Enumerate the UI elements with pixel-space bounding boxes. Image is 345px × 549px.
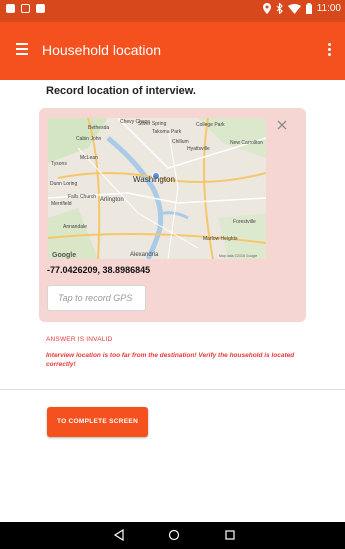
map-image: Bethesda Silver Spring Takoma Park Colle… <box>48 118 266 259</box>
complete-screen-button[interactable]: TO COMPLETE SCREEN <box>47 407 148 437</box>
notification-icons <box>6 4 45 13</box>
map-place-label: Bethesda <box>88 125 109 131</box>
map-place-label: Alexandria <box>130 252 159 258</box>
map-place-label: New Carrollton <box>230 140 263 146</box>
map-place-label: Dunn Loring <box>50 181 77 187</box>
status-bar: 11:00 <box>0 0 345 22</box>
validation-message: Interview location is too far from the d… <box>46 352 295 368</box>
coordinates-text: -77.0426209, 38.8986845 <box>47 265 151 275</box>
divider <box>0 389 345 390</box>
validation-title: ANSWER IS INVALID <box>46 336 113 343</box>
gps-question-card: Bethesda Silver Spring Takoma Park Colle… <box>39 108 306 322</box>
map-place-label: Washington <box>133 175 175 184</box>
battery-icon <box>305 3 312 14</box>
map-place-label: McLean <box>80 155 98 161</box>
location-icon <box>262 3 271 14</box>
map-place-label: Falls Church <box>68 194 96 200</box>
map-attribution: Map data ©2018 Google <box>219 254 257 258</box>
close-icon[interactable] <box>275 118 289 132</box>
map-place-label: Merrifield <box>51 201 72 207</box>
more-options-icon[interactable] <box>326 42 332 58</box>
map-place-label: Arlington <box>100 197 124 203</box>
map-place-label: Annandale <box>63 224 87 230</box>
app-notification-icon <box>36 4 45 13</box>
map-place-label: Marlow Heights <box>203 236 238 242</box>
wifi-icon <box>287 3 301 14</box>
map-place-label: Takoma Park <box>152 129 182 135</box>
record-gps-button[interactable]: Tap to record GPS <box>47 285 146 311</box>
map-place-label: Hyattsville <box>187 146 210 152</box>
map-place-label: Chillum <box>172 139 189 145</box>
map-place-label: Tysons <box>51 161 67 167</box>
image-notification-icon <box>21 4 30 13</box>
app-title: Household location <box>42 42 162 58</box>
app-bar: Household location <box>0 22 345 80</box>
map-place-label: College Park <box>196 122 225 128</box>
map-place-label: Chevy Chase <box>120 119 150 125</box>
google-logo: Google <box>52 252 76 259</box>
back-icon[interactable] <box>112 528 126 542</box>
clock: 11:00 <box>316 3 341 14</box>
map-place-label: Forestville <box>233 219 256 225</box>
navigation-bar <box>0 522 345 549</box>
notification-icon <box>6 4 15 13</box>
system-icons: 11:00 <box>262 3 341 14</box>
question-label: Record location of interview. <box>46 85 196 97</box>
menu-icon[interactable] <box>16 42 34 56</box>
map-view[interactable]: Bethesda Silver Spring Takoma Park Colle… <box>48 118 266 259</box>
bluetooth-icon <box>276 3 283 14</box>
map-place-label: Cabin John <box>76 136 102 142</box>
home-icon[interactable] <box>167 528 181 542</box>
recents-icon[interactable] <box>223 528 237 542</box>
